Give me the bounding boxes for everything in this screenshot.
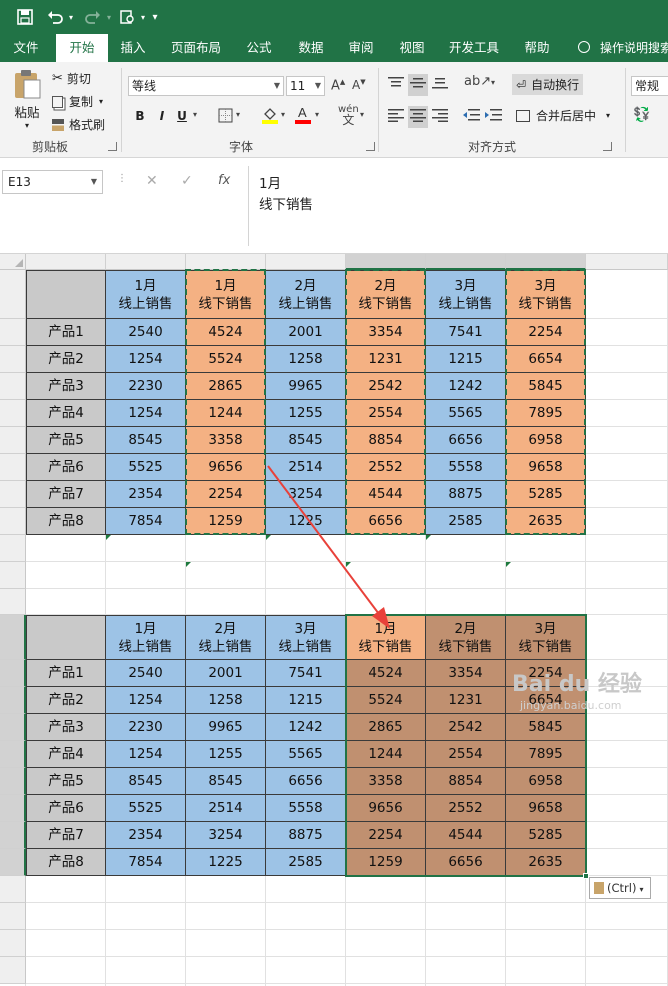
chevron-down-icon: ▾: [24, 121, 29, 130]
align-top-icon[interactable]: [388, 76, 404, 94]
redo-icon[interactable]: [82, 6, 104, 28]
chevron-down-icon: ▾: [639, 885, 644, 894]
bold-button[interactable]: B: [130, 106, 150, 126]
enter-icon[interactable]: ✓: [181, 173, 193, 189]
more-icon: ⋮: [117, 173, 127, 184]
lightbulb-icon: [578, 41, 590, 53]
tab-insert[interactable]: 插入: [110, 34, 156, 62]
chevron-down-icon: ▼: [273, 81, 280, 90]
borders-dropdown-icon[interactable]: ▾: [236, 110, 240, 119]
paste-icon: [594, 882, 604, 894]
tab-formulas[interactable]: 公式: [236, 34, 282, 62]
formula-input[interactable]: 1月 线下销售: [248, 166, 668, 246]
alignment-group-label: 对齐方式: [468, 140, 517, 154]
borders-icon[interactable]: [218, 108, 233, 127]
font-color-dropdown-icon[interactable]: ▾: [315, 110, 319, 119]
underline-dropdown-icon[interactable]: ▾: [193, 110, 197, 119]
merge-center-button[interactable]: 合并后居中 ▾: [516, 107, 610, 124]
orientation-dropdown-icon[interactable]: ▾: [491, 78, 495, 87]
number-format-select[interactable]: 常规: [631, 76, 668, 96]
copy-icon: [52, 95, 63, 108]
tab-page-layout[interactable]: 页面布局: [164, 34, 228, 62]
italic-button[interactable]: I: [152, 106, 172, 126]
pinyin-icon[interactable]: wén 文: [338, 105, 359, 127]
font-size-select[interactable]: 11 ▼: [286, 76, 325, 96]
tab-review[interactable]: 审阅: [338, 34, 384, 62]
scissors-icon: ✂: [52, 71, 63, 86]
name-box[interactable]: E13 ▼: [2, 170, 103, 194]
copy-button[interactable]: 复制 ▾: [52, 93, 103, 110]
increase-font-icon[interactable]: A▲: [331, 78, 345, 93]
cancel-icon[interactable]: ✕: [146, 173, 158, 189]
ribbon-tabs: 文件 开始 插入 页面布局 公式 数据 审阅 视图 开发工具 帮助 操作说明搜索: [0, 34, 668, 63]
ribbon-home: 粘贴 ▾ ✂ 剪切 复制 ▾ 格式刷 剪贴板 等线 ▼ 11 ▼ A▲ A▼ B I U…: [0, 62, 668, 158]
clipboard-launcher-icon[interactable]: [108, 142, 117, 151]
save-icon[interactable]: [12, 6, 38, 28]
tell-me-search[interactable]: 操作说明搜索: [578, 34, 668, 62]
paste-options-button[interactable]: (Ctrl) ▾: [589, 877, 651, 899]
clipboard-icon: [15, 70, 41, 99]
paintbrush-icon: [52, 118, 64, 131]
fill-dropdown-icon[interactable]: ▾: [281, 110, 285, 119]
align-center-icon[interactable]: [408, 106, 428, 128]
align-bottom-icon[interactable]: [432, 76, 448, 94]
undo-dropdown-icon[interactable]: ▾: [66, 6, 76, 28]
wrap-text-button[interactable]: ⏎ 自动换行: [512, 74, 584, 95]
decrease-font-icon[interactable]: A▼: [352, 78, 366, 92]
fill-color-icon[interactable]: [262, 106, 278, 128]
tab-view[interactable]: 视图: [389, 34, 435, 62]
orientation-icon[interactable]: ab↗: [464, 74, 491, 89]
paste-button[interactable]: 粘贴 ▾: [10, 68, 44, 130]
align-right-icon[interactable]: [432, 108, 448, 126]
font-launcher-icon[interactable]: [366, 142, 375, 151]
chevron-down-icon: ▼: [90, 177, 97, 186]
tab-help[interactable]: 帮助: [514, 34, 560, 62]
watermark-url: jingyan.baidu.com: [520, 699, 622, 712]
pinyin-dropdown-icon[interactable]: ▾: [360, 110, 364, 119]
customize-icon[interactable]: ▾: [148, 6, 162, 28]
align-left-icon[interactable]: [388, 108, 404, 126]
align-middle-icon[interactable]: [408, 74, 428, 96]
font-name-select[interactable]: 等线 ▼: [128, 76, 284, 96]
wrap-text-icon: ⏎: [516, 77, 527, 92]
alignment-launcher-icon[interactable]: [603, 142, 612, 151]
accounting-format-icon[interactable]: 💱: [633, 107, 650, 123]
clipboard-group-label: 剪贴板: [32, 140, 69, 154]
font-group-label: 字体: [229, 140, 254, 154]
spreadsheet-grid[interactable]: 1月 线上销售 1月 线下销售 2月 线上销售 2月 线下销售 3月 线上销售 3月 线下销售 产品1 2…: [0, 254, 668, 986]
decrease-indent-icon[interactable]: [462, 108, 480, 126]
underline-button[interactable]: U: [172, 106, 192, 126]
increase-indent-icon[interactable]: [484, 108, 502, 126]
insert-function-icon[interactable]: fx: [218, 173, 230, 188]
svg-text:A: A: [298, 105, 307, 120]
print-preview-icon[interactable]: [116, 6, 138, 28]
redo-dropdown-icon[interactable]: ▾: [104, 6, 114, 28]
formula-bar: E13 ▼ ⋮ ✕ ✓ fx 1月 线下销售: [0, 158, 668, 254]
undo-icon[interactable]: [44, 6, 66, 28]
tab-home[interactable]: 开始: [56, 34, 108, 63]
tab-data[interactable]: 数据: [288, 34, 334, 62]
baidu-logo: Bai du 经验: [512, 672, 642, 697]
arrow-shaft: [267, 465, 383, 619]
chevron-down-icon: ▼: [314, 81, 321, 90]
tab-file[interactable]: 文件: [0, 34, 52, 62]
tab-developer[interactable]: 开发工具: [442, 34, 506, 62]
format-painter-button[interactable]: 格式刷: [52, 116, 105, 133]
cut-button[interactable]: ✂ 剪切: [52, 70, 91, 87]
merge-cells-icon: [516, 109, 530, 122]
title-bar: ▾ ▾ ▾ ▾: [0, 0, 668, 34]
preview-dropdown-icon[interactable]: ▾: [138, 6, 148, 28]
arrow-head: [372, 607, 390, 629]
annotation-arrow: [267, 465, 390, 629]
font-color-icon[interactable]: A: [295, 105, 311, 128]
